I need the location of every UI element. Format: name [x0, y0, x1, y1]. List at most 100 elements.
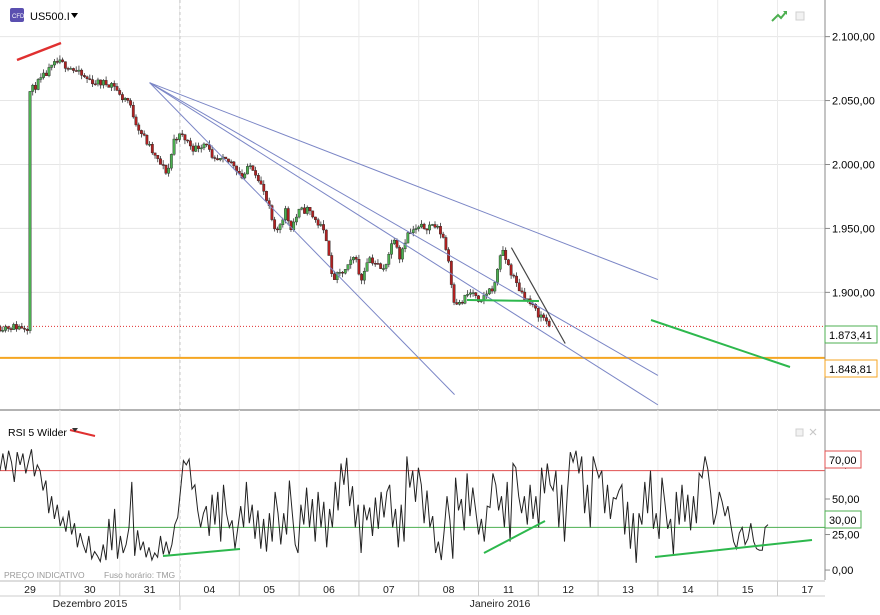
month-label: Dezembro 2015 — [53, 598, 128, 610]
candle-body — [227, 158, 230, 162]
candle-body — [213, 157, 217, 159]
candle-body — [178, 133, 181, 140]
candle-body — [156, 155, 160, 159]
chart-canvas: 1.900,00 1.950,00 2.000,00 2.050,00 2.100,00… — [0, 0, 880, 610]
candle-body — [20, 326, 24, 329]
candle-body — [50, 64, 54, 68]
candle-body — [17, 326, 21, 330]
rsi-tick-label: 0,00 — [832, 565, 853, 577]
candle-body — [400, 248, 404, 260]
candle-body — [430, 224, 434, 226]
symbol-name: US500.I — [30, 11, 70, 23]
maximize-panel-icon[interactable] — [795, 428, 804, 437]
candle-body — [85, 76, 89, 79]
candle-body — [80, 69, 84, 76]
candle-body — [436, 226, 440, 228]
candle-body — [107, 84, 111, 88]
candle-body — [210, 149, 214, 158]
candle-body — [308, 207, 312, 212]
candle-body — [25, 329, 29, 331]
candle-body — [172, 138, 176, 155]
candle-body — [341, 272, 344, 274]
candle-body — [542, 314, 546, 318]
candle-body — [121, 94, 124, 101]
candle-body — [93, 83, 97, 86]
time-tick-label: 05 — [263, 584, 275, 596]
support-price-label: 1.848,81 — [829, 364, 872, 376]
candle-body — [439, 226, 442, 235]
candle-body — [357, 259, 361, 275]
candle-body — [112, 83, 116, 87]
candle-body — [417, 226, 421, 229]
candle-body — [224, 156, 228, 160]
candle-body — [305, 207, 309, 214]
candle-body — [188, 140, 192, 147]
candle-body — [414, 228, 418, 230]
time-tick-label: 29 — [24, 584, 36, 596]
candle-body — [183, 134, 187, 141]
candle-body — [379, 263, 383, 269]
candle-body — [6, 326, 10, 329]
candle-body — [314, 216, 317, 220]
candle-body — [129, 100, 132, 106]
candle-body — [286, 208, 290, 222]
candle-body — [23, 328, 26, 330]
candle-body — [164, 165, 168, 174]
candle-body — [520, 290, 524, 293]
candle-body — [202, 143, 206, 149]
candle-body — [256, 175, 260, 181]
candle-body — [498, 255, 502, 270]
candle-body — [460, 302, 464, 304]
candle-body — [512, 274, 516, 277]
candle-body — [34, 84, 37, 90]
support-price-marker: 1.848,81 — [824, 359, 878, 378]
rsi-tick-label: 50,00 — [832, 494, 860, 506]
candle-body — [246, 166, 249, 175]
current-price-marker: 1.873,41 — [824, 325, 878, 344]
candle-body — [441, 233, 445, 238]
candle-body — [515, 275, 518, 284]
time-tick-label: 08 — [443, 584, 455, 596]
candle-body — [148, 144, 151, 146]
rsi-upper-level-marker: 70,00 — [824, 450, 862, 469]
candle-body — [159, 158, 162, 165]
candle-body — [205, 143, 209, 146]
symbol-header[interactable]: CFD US500.I — [10, 8, 78, 23]
candle-body — [468, 292, 472, 295]
candle-body — [15, 324, 18, 330]
candle-body — [243, 173, 247, 179]
price-tick-label: 2.050,00 — [832, 96, 875, 108]
candle-body — [517, 282, 521, 292]
candle-body — [349, 259, 353, 265]
candle-body — [1, 330, 5, 332]
current-price-label: 1.873,41 — [829, 330, 872, 342]
candle-body — [232, 161, 236, 167]
candle-body — [140, 130, 143, 134]
time-tick-label: 30 — [84, 584, 96, 596]
candle-body — [422, 223, 426, 229]
price-tick-label: 1.950,00 — [832, 223, 875, 235]
candle-body — [63, 61, 67, 69]
candle-body — [324, 229, 328, 242]
candle-body — [145, 134, 149, 145]
candle-body — [262, 183, 266, 192]
annotation-green-stroke — [466, 299, 540, 302]
candle-body — [31, 84, 35, 92]
candle-body — [474, 292, 478, 296]
candle-body — [501, 250, 505, 256]
maximize-panel-icon[interactable] — [795, 11, 805, 21]
candle-body — [539, 314, 543, 318]
candle-body — [319, 224, 323, 226]
candle-body — [395, 239, 399, 248]
candle-body — [376, 263, 380, 265]
candle-body — [507, 259, 510, 265]
candle-body — [504, 250, 508, 260]
candle-body — [425, 228, 429, 231]
candle-body — [142, 133, 146, 136]
candle-body — [28, 91, 32, 331]
candle-body — [4, 326, 7, 331]
candle-body — [115, 86, 119, 91]
time-tick-label: 04 — [204, 584, 216, 596]
candle-body — [362, 271, 366, 281]
rsi-lower-level-label: 30,00 — [829, 515, 857, 527]
